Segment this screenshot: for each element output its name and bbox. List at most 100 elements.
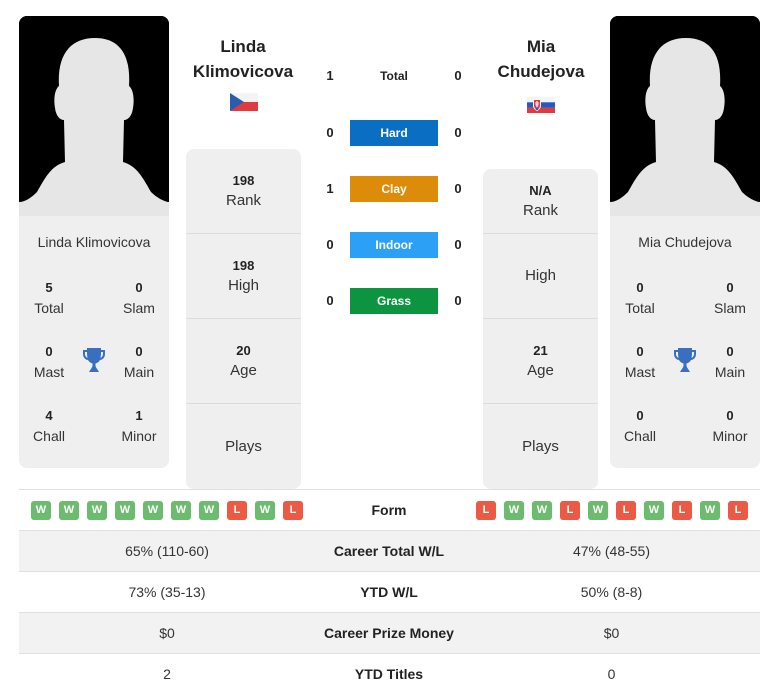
player1-titles-main: 0 Main <box>109 342 169 382</box>
player1-titles-chall: 4 Chall <box>19 406 79 446</box>
player2-value: 0 <box>607 666 616 682</box>
surface-clay-button[interactable]: Clay <box>350 176 438 202</box>
player2-last-name: Chudejova <box>497 62 585 81</box>
player1-form: WWWWWWWLWL <box>31 501 303 520</box>
form-loss-badge[interactable]: L <box>227 501 247 520</box>
form-win-badge[interactable]: W <box>171 501 191 520</box>
player1-age: 20 Age <box>186 319 301 404</box>
player1-value: 2 <box>163 666 171 682</box>
stat-label: Rank <box>225 192 262 209</box>
h2h-total-row: 1 Total 0 <box>318 63 473 89</box>
titles-minor-label: Minor <box>121 428 157 444</box>
form-win-badge[interactable]: W <box>143 501 163 520</box>
stat-label: Age <box>230 362 257 379</box>
surface-grass-button[interactable]: Grass <box>350 288 438 314</box>
player1-last-name: Klimovicova <box>192 62 294 81</box>
player1-card: Linda Klimovicova 5 Total 0 Slam 0 Mast … <box>19 16 169 468</box>
titles-total-label: Total <box>34 300 64 316</box>
stat-value: 21 <box>533 343 548 358</box>
form-win-badge[interactable]: W <box>199 501 219 520</box>
player2-titles-mast: 0 Mast <box>610 342 670 382</box>
player2-card-name[interactable]: Mia Chudejova <box>610 234 760 250</box>
silhouette-icon <box>610 16 760 216</box>
row-label: YTD W/L <box>360 584 418 600</box>
titles-mast-value: 0 <box>636 344 644 359</box>
titles-main-value: 0 <box>135 344 143 359</box>
player2-titles-slam: 0 Slam <box>700 278 760 318</box>
stat-label: Rank <box>522 202 559 219</box>
form-win-badge[interactable]: W <box>87 501 107 520</box>
titles-main-label: Main <box>123 364 155 380</box>
player1-card-name[interactable]: Linda Klimovicova <box>19 234 169 250</box>
titles-main-value: 0 <box>726 344 734 359</box>
player2-plays: Plays <box>483 404 598 489</box>
stat-label: High <box>525 267 556 284</box>
titles-chall-label: Chall <box>624 428 656 444</box>
form-loss-badge[interactable]: L <box>728 501 748 520</box>
h2h-indoor-row: 0 Indoor 0 <box>318 232 473 258</box>
table-row: 73% (35-13) YTD W/L 50% (8-8) <box>19 571 760 612</box>
player1-value: 73% (35-13) <box>128 584 206 600</box>
player1-titles-minor: 1 Minor <box>109 406 169 446</box>
czech-republic-flag-icon <box>230 93 258 111</box>
form-loss-badge[interactable]: L <box>283 501 303 520</box>
titles-total-label: Total <box>625 300 655 316</box>
surface-hard-button[interactable]: Hard <box>350 120 438 146</box>
titles-minor-value: 0 <box>726 408 734 423</box>
h2h-p1-count: 0 <box>326 125 334 140</box>
form-loss-badge[interactable]: L <box>560 501 580 520</box>
titles-slam-value: 0 <box>726 280 734 295</box>
h2h-p1-count: 0 <box>326 293 334 308</box>
form-win-badge[interactable]: W <box>644 501 664 520</box>
h2h-total-label: Total <box>380 69 408 83</box>
form-loss-badge[interactable]: L <box>476 501 496 520</box>
trophy-icon <box>83 348 105 372</box>
player1-name-header[interactable]: Linda Klimovicova <box>178 34 308 84</box>
titles-mast-label: Mast <box>33 364 65 380</box>
player1-titles-total: 5 Total <box>19 278 79 318</box>
form-win-badge[interactable]: W <box>504 501 524 520</box>
player2-titles-main: 0 Main <box>700 342 760 382</box>
player2-value: 47% (48-55) <box>572 543 651 559</box>
form-win-badge[interactable]: W <box>31 501 51 520</box>
form-win-badge[interactable]: W <box>115 501 135 520</box>
h2h-hard-row: 0 Hard 0 <box>318 120 473 146</box>
player2-form: LWWLWLWLWL <box>476 501 748 520</box>
titles-mast-label: Mast <box>624 364 656 380</box>
surface-indoor-button[interactable]: Indoor <box>350 232 438 258</box>
form-win-badge[interactable]: W <box>532 501 552 520</box>
titles-minor-value: 1 <box>135 408 143 423</box>
row-label: Career Prize Money <box>324 625 454 641</box>
row-label: YTD Titles <box>354 666 424 682</box>
player2-rank: N/A Rank <box>483 169 598 234</box>
player2-photo <box>610 16 760 216</box>
form-win-badge[interactable]: W <box>700 501 720 520</box>
titles-slam-value: 0 <box>135 280 143 295</box>
form-win-badge[interactable]: W <box>255 501 275 520</box>
form-win-badge[interactable]: W <box>588 501 608 520</box>
player2-first-name: Mia <box>526 37 556 56</box>
player1-rank: 198 Rank <box>186 149 301 234</box>
player2-name-header[interactable]: Mia Chudejova <box>476 34 606 84</box>
form-loss-badge[interactable]: L <box>616 501 636 520</box>
titles-minor-label: Minor <box>712 428 748 444</box>
player1-stats: 198 Rank 198 High 20 Age Plays <box>186 149 301 489</box>
h2h-p2-count: 0 <box>454 293 462 308</box>
form-loss-badge[interactable]: L <box>672 501 692 520</box>
table-row: 2 YTD Titles 0 <box>19 653 760 694</box>
form-win-badge[interactable]: W <box>59 501 79 520</box>
slovakia-flag-icon <box>527 97 555 113</box>
stat-label: High <box>228 277 259 294</box>
h2h-p2-count: 0 <box>454 237 462 252</box>
player2-value: 50% (8-8) <box>580 584 643 600</box>
titles-main-label: Main <box>714 364 746 380</box>
player1-value: 65% (110-60) <box>125 543 209 559</box>
h2h-p1-count: 1 <box>326 181 334 196</box>
silhouette-icon <box>19 16 169 216</box>
player1-first-name: Linda <box>220 37 266 56</box>
player1-titles-mast: 0 Mast <box>19 342 79 382</box>
stat-value: 198 <box>232 258 255 273</box>
titles-total-value: 5 <box>45 280 53 295</box>
h2h-p2-count: 0 <box>454 181 462 196</box>
h2h-p2-count: 0 <box>454 125 462 140</box>
